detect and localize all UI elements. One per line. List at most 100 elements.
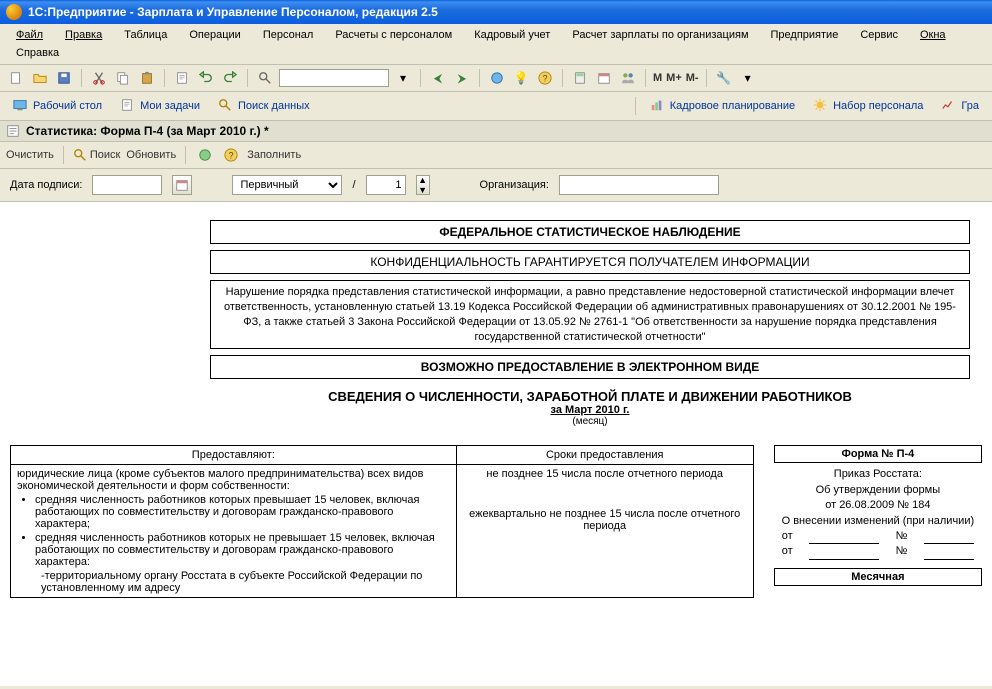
search-input[interactable]	[279, 69, 389, 87]
menu-windows[interactable]: Окна	[910, 27, 956, 43]
table-header-row: Предоставляют: Сроки предоставления	[11, 446, 754, 465]
toolbar-separator	[635, 97, 636, 115]
svg-text:?: ?	[543, 74, 548, 84]
desktop-icon	[13, 98, 29, 114]
action-icon[interactable]	[195, 145, 215, 165]
calc-icon[interactable]	[570, 68, 590, 88]
document-toolbar: Очистить Поиск Обновить ? Заполнить	[0, 142, 992, 169]
help-icon[interactable]: ?	[221, 145, 241, 165]
toolbar-separator	[479, 69, 480, 87]
report-hint: (месяц)	[210, 416, 970, 427]
slash-label: /	[352, 179, 355, 191]
hr-planning-button[interactable]: Кадровое планирование	[643, 95, 802, 117]
fill-button[interactable]: Заполнить	[247, 149, 301, 161]
page-icon[interactable]	[172, 68, 192, 88]
recruitment-button[interactable]: Набор персонала	[806, 95, 930, 117]
menu-org-payroll[interactable]: Расчет зарплаты по организациям	[562, 27, 758, 43]
desktop-button[interactable]: Рабочий стол	[6, 95, 109, 117]
my-tasks-button[interactable]: Мои задачи	[113, 95, 207, 117]
organization-field[interactable]	[559, 175, 719, 195]
nav-fwd-icon[interactable]: ⮞	[452, 68, 472, 88]
report-subtitle: за Март 2010 г.	[210, 404, 970, 416]
new-doc-icon[interactable]	[6, 68, 26, 88]
main-menubar: Файл Правка Таблица Операции Персонал Ра…	[0, 24, 992, 65]
search-data-button[interactable]: Поиск данных	[211, 95, 317, 117]
report-title-block: СВЕДЕНИЯ О ЧИСЛЕННОСТИ, ЗАРАБОТНОЙ ПЛАТЕ…	[210, 389, 970, 427]
gra-button[interactable]: Гра	[934, 95, 986, 117]
app-title: 1С:Предприятие - Зарплата и Управление П…	[28, 5, 438, 19]
col2-header: Сроки предоставления	[456, 446, 753, 465]
col2-cell: не позднее 15 числа после отчетного пери…	[456, 465, 753, 598]
search-icon[interactable]	[255, 68, 275, 88]
redo-icon[interactable]	[220, 68, 240, 88]
calendar-picker-icon[interactable]	[172, 175, 192, 195]
wrench-icon[interactable]: 🔧	[714, 68, 734, 88]
form-card-monthly: Месячная	[774, 568, 982, 586]
menu-personnel[interactable]: Персонал	[253, 27, 324, 43]
report-header-3: Нарушение порядка представления статисти…	[210, 280, 970, 349]
number-spinner[interactable]: ▲▼	[416, 175, 430, 195]
menu-help[interactable]: Справка	[6, 45, 69, 61]
gra-label: Гра	[961, 100, 979, 112]
magnifier-icon	[73, 148, 87, 162]
recruitment-label: Набор персонала	[833, 100, 923, 112]
graph-icon	[941, 98, 957, 114]
col1-cell: юридические лица (кроме субъектов малого…	[11, 465, 457, 598]
document-title: Статистика: Форма П-4 (за Март 2010 г.) …	[26, 124, 269, 138]
toolbar-separator	[185, 146, 186, 164]
document-title-bar: Статистика: Форма П-4 (за Март 2010 г.) …	[0, 121, 992, 142]
paste-icon[interactable]	[137, 68, 157, 88]
undo-icon[interactable]	[196, 68, 216, 88]
main-toolbar: ▾ ⮜ ⮞ 💡 ? M M+ M- 🔧 ▾	[0, 65, 992, 92]
menu-edit[interactable]: Правка	[55, 27, 112, 43]
toolbar-separator	[420, 69, 421, 87]
mem-m-button[interactable]: M	[653, 72, 662, 84]
doc-search-button[interactable]: Поиск	[73, 148, 120, 162]
dropdown-icon[interactable]: ▾	[393, 68, 413, 88]
svg-text:?: ?	[229, 151, 234, 161]
info-table: Предоставляют: Сроки предоставления юрид…	[10, 445, 754, 598]
sign-date-field[interactable]	[92, 175, 162, 195]
document-icon	[120, 98, 136, 114]
refresh-button[interactable]: Обновить	[126, 149, 176, 161]
toolbar-separator	[164, 69, 165, 87]
help-tip-icon[interactable]: 💡	[511, 68, 531, 88]
help-icon[interactable]: ?	[535, 68, 555, 88]
search-data-label: Поиск данных	[238, 100, 310, 112]
toolbar-separator	[247, 69, 248, 87]
nav-back-icon[interactable]: ⮜	[428, 68, 448, 88]
menu-service[interactable]: Сервис	[850, 27, 908, 43]
document-body[interactable]: ФЕДЕРАЛЬНОЕ СТАТИСТИЧЕСКОЕ НАБЛЮДЕНИЕ КО…	[0, 202, 992, 686]
org-label: Организация:	[480, 179, 549, 191]
menu-operations[interactable]: Операции	[179, 27, 250, 43]
cut-icon[interactable]	[89, 68, 109, 88]
toolbar-separator	[706, 69, 707, 87]
menu-file[interactable]: Файл	[6, 27, 53, 43]
form-icon	[6, 124, 20, 138]
mem-mplus-button[interactable]: M+	[666, 72, 682, 84]
globe-icon[interactable]	[487, 68, 507, 88]
menu-hr-records[interactable]: Кадровый учет	[464, 27, 560, 43]
doc-number-field[interactable]	[366, 175, 406, 195]
my-tasks-label: Мои задачи	[140, 100, 200, 112]
open-folder-icon[interactable]	[30, 68, 50, 88]
menu-enterprise[interactable]: Предприятие	[761, 27, 849, 43]
clear-button[interactable]: Очистить	[6, 149, 54, 161]
dropdown-icon[interactable]: ▾	[738, 68, 758, 88]
save-icon[interactable]	[54, 68, 74, 88]
toolbar-separator	[562, 69, 563, 87]
report-header-4: ВОЗМОЖНО ПРЕДОСТАВЛЕНИЕ В ЭЛЕКТРОННОМ ВИ…	[210, 355, 970, 379]
window-titlebar: 1С:Предприятие - Зарплата и Управление П…	[0, 0, 992, 24]
menu-payroll-calc[interactable]: Расчеты с персоналом	[325, 27, 462, 43]
copy-icon[interactable]	[113, 68, 133, 88]
desktop-label: Рабочий стол	[33, 100, 102, 112]
doc-type-combo[interactable]: Первичный	[232, 175, 342, 195]
menu-table[interactable]: Таблица	[114, 27, 177, 43]
search-glass-icon	[218, 98, 234, 114]
mem-mminus-button[interactable]: M-	[686, 72, 699, 84]
calendar-icon[interactable]	[594, 68, 614, 88]
nav-toolbar: Рабочий стол Мои задачи Поиск данных Кад…	[0, 92, 992, 121]
users-icon[interactable]	[618, 68, 638, 88]
report-bottom-layout: Предоставляют: Сроки предоставления юрид…	[10, 445, 982, 598]
toolbar-separator	[81, 69, 82, 87]
